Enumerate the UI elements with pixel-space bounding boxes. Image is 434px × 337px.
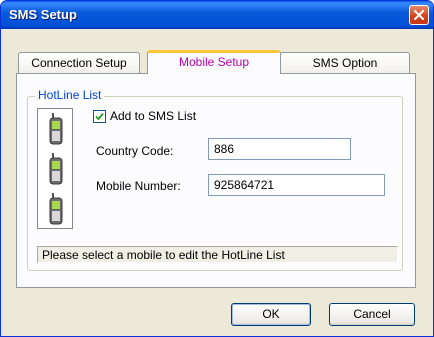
status-message: Please select a mobile to edit the HotLi… xyxy=(37,246,398,263)
title-bar[interactable]: SMS Setup xyxy=(1,1,433,29)
window-title: SMS Setup xyxy=(9,7,77,22)
tab-connection-setup[interactable]: Connection Setup xyxy=(18,52,140,74)
cancel-button[interactable]: Cancel xyxy=(329,303,415,326)
tab-label: Mobile Setup xyxy=(178,55,250,69)
hotline-phone-list[interactable] xyxy=(37,108,73,229)
tab-sms-option[interactable]: SMS Option xyxy=(280,52,410,74)
hotline-list-legend: HotLine List xyxy=(35,88,105,102)
tab-mobile-setup[interactable]: Mobile Setup xyxy=(147,50,281,74)
mobile-phone-icon[interactable] xyxy=(49,153,63,185)
country-code-label: Country Code: xyxy=(96,144,174,158)
close-icon xyxy=(414,10,424,20)
ok-button[interactable]: OK xyxy=(231,303,311,326)
mobile-phone-icon[interactable] xyxy=(49,193,63,225)
add-to-sms-list-label[interactable]: Add to SMS List xyxy=(110,109,196,123)
mobile-phone-icon[interactable] xyxy=(49,113,63,145)
country-code-input[interactable]: 886 xyxy=(208,138,351,160)
mobile-number-label: Mobile Number: xyxy=(96,179,181,193)
close-button[interactable] xyxy=(409,5,429,25)
tab-label: Connection Setup xyxy=(31,56,127,70)
add-to-sms-list-checkbox[interactable] xyxy=(93,110,106,123)
mobile-number-input[interactable]: 925864721 xyxy=(208,174,385,196)
checkmark-icon xyxy=(95,112,104,121)
tab-label: SMS Option xyxy=(312,56,378,70)
